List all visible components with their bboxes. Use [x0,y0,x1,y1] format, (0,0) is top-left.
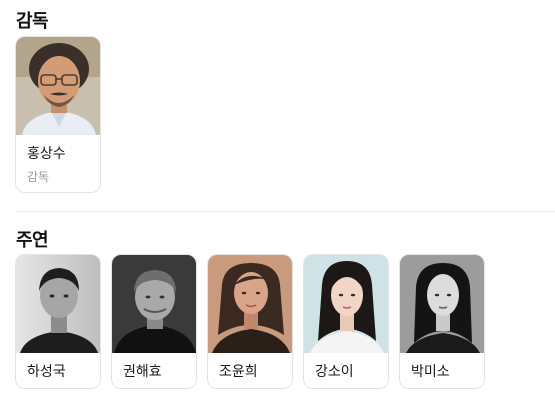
director-role: 감독 [27,170,50,184]
cast-name: 강소이 [315,364,354,380]
cast-card[interactable]: 조윤희 [207,254,293,389]
cast-photo [208,255,292,353]
cast-name: 하성국 [27,364,66,380]
cast-photo [400,255,484,353]
cast-photo [112,255,196,353]
director-name: 홍상수 [27,146,66,162]
cast-photo [16,255,100,353]
cast-photo [304,255,388,353]
cast-section-title: 주연 [16,230,49,251]
director-card[interactable]: 홍상수 감독 [15,36,101,193]
cast-name: 권해효 [123,364,162,380]
cast-name: 박미소 [411,364,450,380]
cast-card[interactable]: 박미소 [399,254,485,389]
director-photo [16,37,100,135]
cast-card[interactable]: 권해효 [111,254,197,389]
cast-card[interactable]: 하성국 [15,254,101,389]
director-section-title: 감독 [16,11,49,32]
cast-name: 조윤희 [219,364,258,380]
cast-card[interactable]: 강소이 [303,254,389,389]
section-divider [16,211,555,212]
